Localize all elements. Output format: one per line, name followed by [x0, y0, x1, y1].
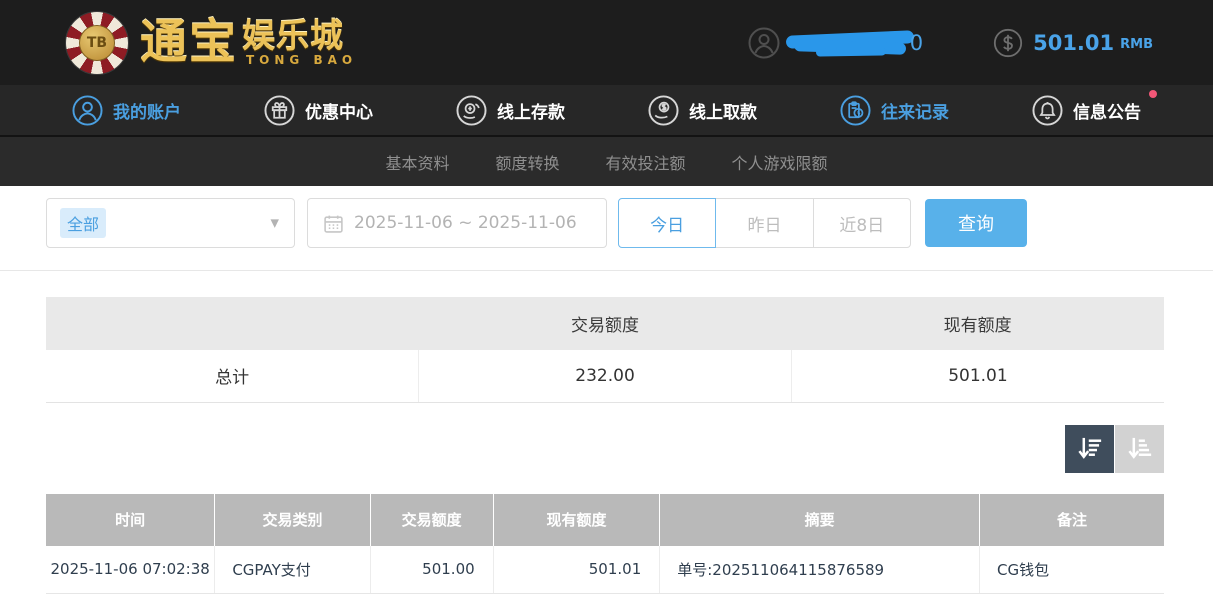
record-note: CG钱包: [979, 546, 1164, 594]
table-row: 2025-11-06 07:02:38 CGPAY支付 501.00 501.0…: [46, 546, 1164, 594]
bell-icon: [1032, 95, 1063, 126]
records-header-current-amount: 现有额度: [493, 494, 660, 546]
account-sub-navigation: 基本资料 额度转换 有效投注额 个人游戏限额: [0, 137, 1213, 186]
records-header-trade-amount: 交易额度: [370, 494, 493, 546]
nav-item-promotions[interactable]: 优惠中心: [264, 95, 373, 126]
subnav-item-basic-info[interactable]: 基本资料: [385, 150, 449, 174]
balance-currency: RMB: [1120, 33, 1153, 52]
nav-item-transaction-records[interactable]: 往来记录: [840, 95, 949, 126]
records-header-type: 交易类别: [215, 494, 370, 546]
filter-toolbar: 全部 ▼ 2025-11-06 ~ 2025-11-06 今日 昨日 近8日 查…: [46, 198, 1164, 248]
nav-label: 线上存款: [497, 98, 565, 123]
records-icon: [840, 95, 871, 126]
records-header-time: 时间: [46, 494, 215, 546]
summary-total-row: 总计 232.00 501.01: [46, 350, 1164, 402]
header-account-area: 0 501.01 RMB: [748, 27, 1153, 59]
quick-date-today-button[interactable]: 今日: [618, 198, 716, 248]
gift-icon: [264, 95, 295, 126]
nav-label: 往来记录: [881, 98, 949, 123]
summary-total-current-amount: 501.01: [791, 350, 1164, 402]
top-header: TB 通宝 娱乐城 TONG BAO 0: [0, 0, 1213, 85]
nav-label: 线上取款: [689, 98, 757, 123]
notification-dot-badge: [1149, 90, 1157, 98]
transaction-type-select[interactable]: 全部 ▼: [46, 198, 295, 248]
date-range-value: 2025-11-06 ~ 2025-11-06: [354, 213, 577, 233]
record-current-amount: 501.01: [493, 546, 660, 594]
nav-item-announcements[interactable]: 信息公告: [1032, 95, 1141, 126]
user-circle-icon: [748, 27, 780, 59]
username-display[interactable]: 0: [748, 27, 923, 59]
records-header-row: 时间 交易类别 交易额度 现有额度 摘要 备注: [46, 494, 1164, 546]
sort-asc-icon: [1126, 435, 1153, 462]
withdraw-icon: [648, 95, 679, 126]
record-summary: 单号:202511064115876589: [660, 546, 980, 594]
summary-header-trade-amount: 交易额度: [419, 297, 792, 350]
selected-type-tag: 全部: [60, 208, 106, 238]
deposit-icon: [456, 95, 487, 126]
summary-table: 交易额度 现有额度 总计 232.00 501.01: [46, 297, 1164, 403]
brand-text: 通宝 娱乐城 TONG BAO: [140, 19, 344, 66]
summary-header-empty: [46, 297, 419, 350]
section-divider: [0, 270, 1213, 271]
brand-name-cn-sub: 娱乐城: [242, 16, 344, 55]
calendar-icon: [323, 213, 344, 234]
nav-label: 信息公告: [1073, 98, 1141, 123]
balance-amount: 501.01: [1033, 31, 1114, 55]
main-content: 全部 ▼ 2025-11-06 ~ 2025-11-06 今日 昨日 近8日 查…: [0, 198, 1213, 594]
brand-name-cn-main: 通宝: [140, 19, 238, 66]
summary-total-label: 总计: [46, 350, 419, 402]
main-navigation: 我的账户 优惠中心 线上存款: [0, 85, 1213, 137]
record-trade-amount: 501.00: [370, 546, 493, 594]
search-button[interactable]: 查询: [925, 199, 1027, 247]
subnav-item-valid-bets[interactable]: 有效投注额: [606, 150, 686, 174]
quick-date-yesterday-button[interactable]: 昨日: [715, 198, 813, 248]
nav-item-my-account[interactable]: 我的账户: [72, 95, 181, 126]
records-header-note: 备注: [979, 494, 1164, 546]
subnav-item-game-limits[interactable]: 个人游戏限额: [732, 150, 828, 174]
nav-label: 我的账户: [113, 98, 181, 123]
chevron-down-icon: ▼: [271, 217, 279, 230]
username-visible-suffix: 0: [910, 31, 923, 55]
sort-controls: [46, 425, 1164, 473]
username-redaction-scribble: [786, 30, 918, 56]
chip-label: TB: [79, 25, 115, 61]
sort-ascending-button[interactable]: [1115, 425, 1164, 473]
record-time: 2025-11-06 07:02:38: [46, 546, 215, 594]
transaction-records-table: 时间 交易类别 交易额度 现有额度 摘要 备注 2025-11-06 07:02…: [46, 494, 1164, 595]
records-header-summary: 摘要: [660, 494, 980, 546]
summary-header-row: 交易额度 现有额度: [46, 297, 1164, 350]
nav-item-deposit[interactable]: 线上存款: [456, 95, 565, 126]
summary-total-trade-amount: 232.00: [419, 350, 792, 402]
subnav-item-credit-transfer[interactable]: 额度转换: [495, 150, 559, 174]
balance-display[interactable]: 501.01 RMB: [993, 28, 1153, 58]
record-type: CGPAY支付: [215, 546, 370, 594]
date-range-input[interactable]: 2025-11-06 ~ 2025-11-06: [307, 198, 607, 248]
user-icon: [72, 95, 103, 126]
summary-header-current-amount: 现有额度: [791, 297, 1164, 350]
dollar-circle-icon: [993, 28, 1023, 58]
casino-chip-icon: TB: [66, 12, 128, 74]
nav-label: 优惠中心: [305, 98, 373, 123]
site-logo[interactable]: TB 通宝 娱乐城 TONG BAO: [66, 12, 344, 74]
brand-name-en: TONG BAO: [246, 54, 357, 66]
quick-date-last8days-button[interactable]: 近8日: [813, 198, 911, 248]
quick-date-button-group: 今日 昨日 近8日: [618, 198, 911, 248]
sort-descending-button[interactable]: [1065, 425, 1114, 473]
sort-desc-icon: [1076, 435, 1103, 462]
nav-item-withdraw[interactable]: 线上取款: [648, 95, 757, 126]
